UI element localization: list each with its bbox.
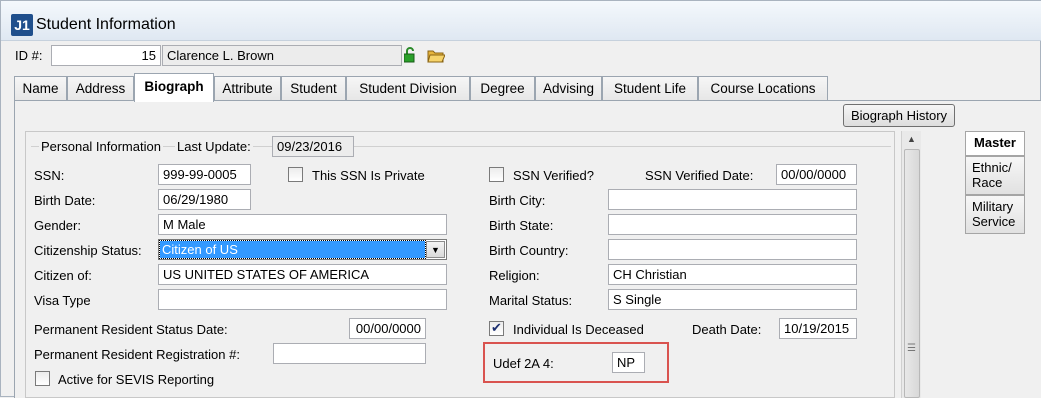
id-label: ID #: xyxy=(15,48,43,63)
student-name-field: Clarence L. Brown xyxy=(162,45,402,66)
visa-type-input[interactable] xyxy=(158,289,447,310)
group-title: Personal Information xyxy=(39,139,163,154)
tab-degree[interactable]: Degree xyxy=(470,76,535,101)
ssn-verified-date-input[interactable]: 00/00/0000 xyxy=(776,164,857,185)
scroll-grip-icon: ☰ xyxy=(907,343,916,354)
title-bar: J1 Student Information xyxy=(1,1,1041,41)
marital-status-input[interactable]: S Single xyxy=(608,289,857,310)
dropdown-arrow-icon[interactable]: ▼ xyxy=(426,241,445,258)
marital-status-label: Marital Status: xyxy=(489,293,573,308)
tab-attribute[interactable]: Attribute xyxy=(214,76,281,101)
tab-advising[interactable]: Advising xyxy=(535,76,602,101)
ssn-input[interactable]: 999-99-0005 xyxy=(158,164,251,185)
ssn-private-checkbox[interactable] xyxy=(288,167,303,182)
gender-input[interactable]: M Male xyxy=(158,214,447,235)
tab-student-life[interactable]: Student Life xyxy=(602,76,698,101)
udef-label: Udef 2A 4: xyxy=(493,356,554,371)
perm-res-reg-input[interactable] xyxy=(273,343,426,364)
app-icon: J1 xyxy=(11,14,33,36)
birth-city-label: Birth City: xyxy=(489,193,546,208)
scroll-thumb[interactable] xyxy=(904,149,920,398)
deceased-label: Individual Is Deceased xyxy=(513,322,644,337)
birth-date-input[interactable]: 06/29/1980 xyxy=(158,189,251,210)
birth-state-input[interactable] xyxy=(608,214,857,235)
biograph-history-button[interactable]: Biograph History xyxy=(843,104,955,127)
ssn-label: SSN: xyxy=(34,168,65,183)
birth-country-label: Birth Country: xyxy=(489,243,569,258)
death-date-input[interactable]: 10/19/2015 xyxy=(779,318,857,339)
birth-state-label: Birth State: xyxy=(489,218,554,233)
ssn-verified-checkbox[interactable] xyxy=(489,167,504,182)
citizen-of-label: Citizen of: xyxy=(34,268,92,283)
tab-student-division[interactable]: Student Division xyxy=(346,76,470,101)
death-date-label: Death Date: xyxy=(692,322,762,337)
id-input[interactable]: 15 xyxy=(51,45,161,66)
citizenship-status-label: Citizenship Status: xyxy=(34,243,142,258)
last-update-value: 09/23/2016 xyxy=(272,136,354,157)
perm-res-date-label: Permanent Resident Status Date: xyxy=(34,322,228,337)
perm-res-date-input[interactable]: 00/00/0000 xyxy=(349,318,426,339)
student-information-window: J1 Student Information ID #: 15 Clarence… xyxy=(0,0,1041,398)
deceased-checkbox[interactable] xyxy=(489,320,504,336)
citizen-of-input[interactable]: US UNITED STATES OF AMERICA xyxy=(158,264,447,285)
udef-input[interactable]: NP xyxy=(612,352,645,373)
sevis-label: Active for SEVIS Reporting xyxy=(58,372,215,387)
tab-course-locations[interactable]: Course Locations xyxy=(698,76,828,101)
gender-label: Gender: xyxy=(34,218,81,233)
side-tab-ethnic-race[interactable]: Ethnic/ Race xyxy=(965,156,1025,195)
last-update-label: Last Update: xyxy=(175,139,253,154)
ssn-verified-label: SSN Verified? xyxy=(513,168,594,183)
visa-type-label: Visa Type xyxy=(34,293,91,308)
open-folder-icon[interactable] xyxy=(427,48,445,63)
tab-biograph[interactable]: Biograph xyxy=(134,73,214,102)
scroll-up-arrow-icon[interactable]: ▲ xyxy=(907,134,916,144)
ssn-verified-date-label: SSN Verified Date: xyxy=(645,168,754,183)
side-tab-military-service[interactable]: Military Service xyxy=(965,195,1025,234)
tab-address[interactable]: Address xyxy=(67,76,134,101)
tab-student[interactable]: Student xyxy=(281,76,346,101)
ssn-private-label: This SSN Is Private xyxy=(312,168,425,183)
birth-date-label: Birth Date: xyxy=(34,193,96,208)
birth-city-input[interactable] xyxy=(608,189,857,210)
perm-res-reg-label: Permanent Resident Registration #: xyxy=(34,347,240,362)
side-tab-master[interactable]: Master xyxy=(965,131,1025,156)
birth-country-input[interactable] xyxy=(608,239,857,260)
tab-name[interactable]: Name xyxy=(14,76,67,101)
citizenship-status-value: Citizen of US xyxy=(159,240,426,259)
citizenship-status-select[interactable]: Citizen of US ▼ xyxy=(158,239,447,260)
sevis-checkbox[interactable] xyxy=(35,371,50,386)
religion-label: Religion: xyxy=(489,268,540,283)
vertical-scrollbar[interactable]: ▲ ☰ xyxy=(901,131,921,398)
unlock-icon[interactable] xyxy=(404,47,416,63)
window-title: Student Information xyxy=(36,16,176,33)
religion-input[interactable]: CH Christian xyxy=(608,264,857,285)
